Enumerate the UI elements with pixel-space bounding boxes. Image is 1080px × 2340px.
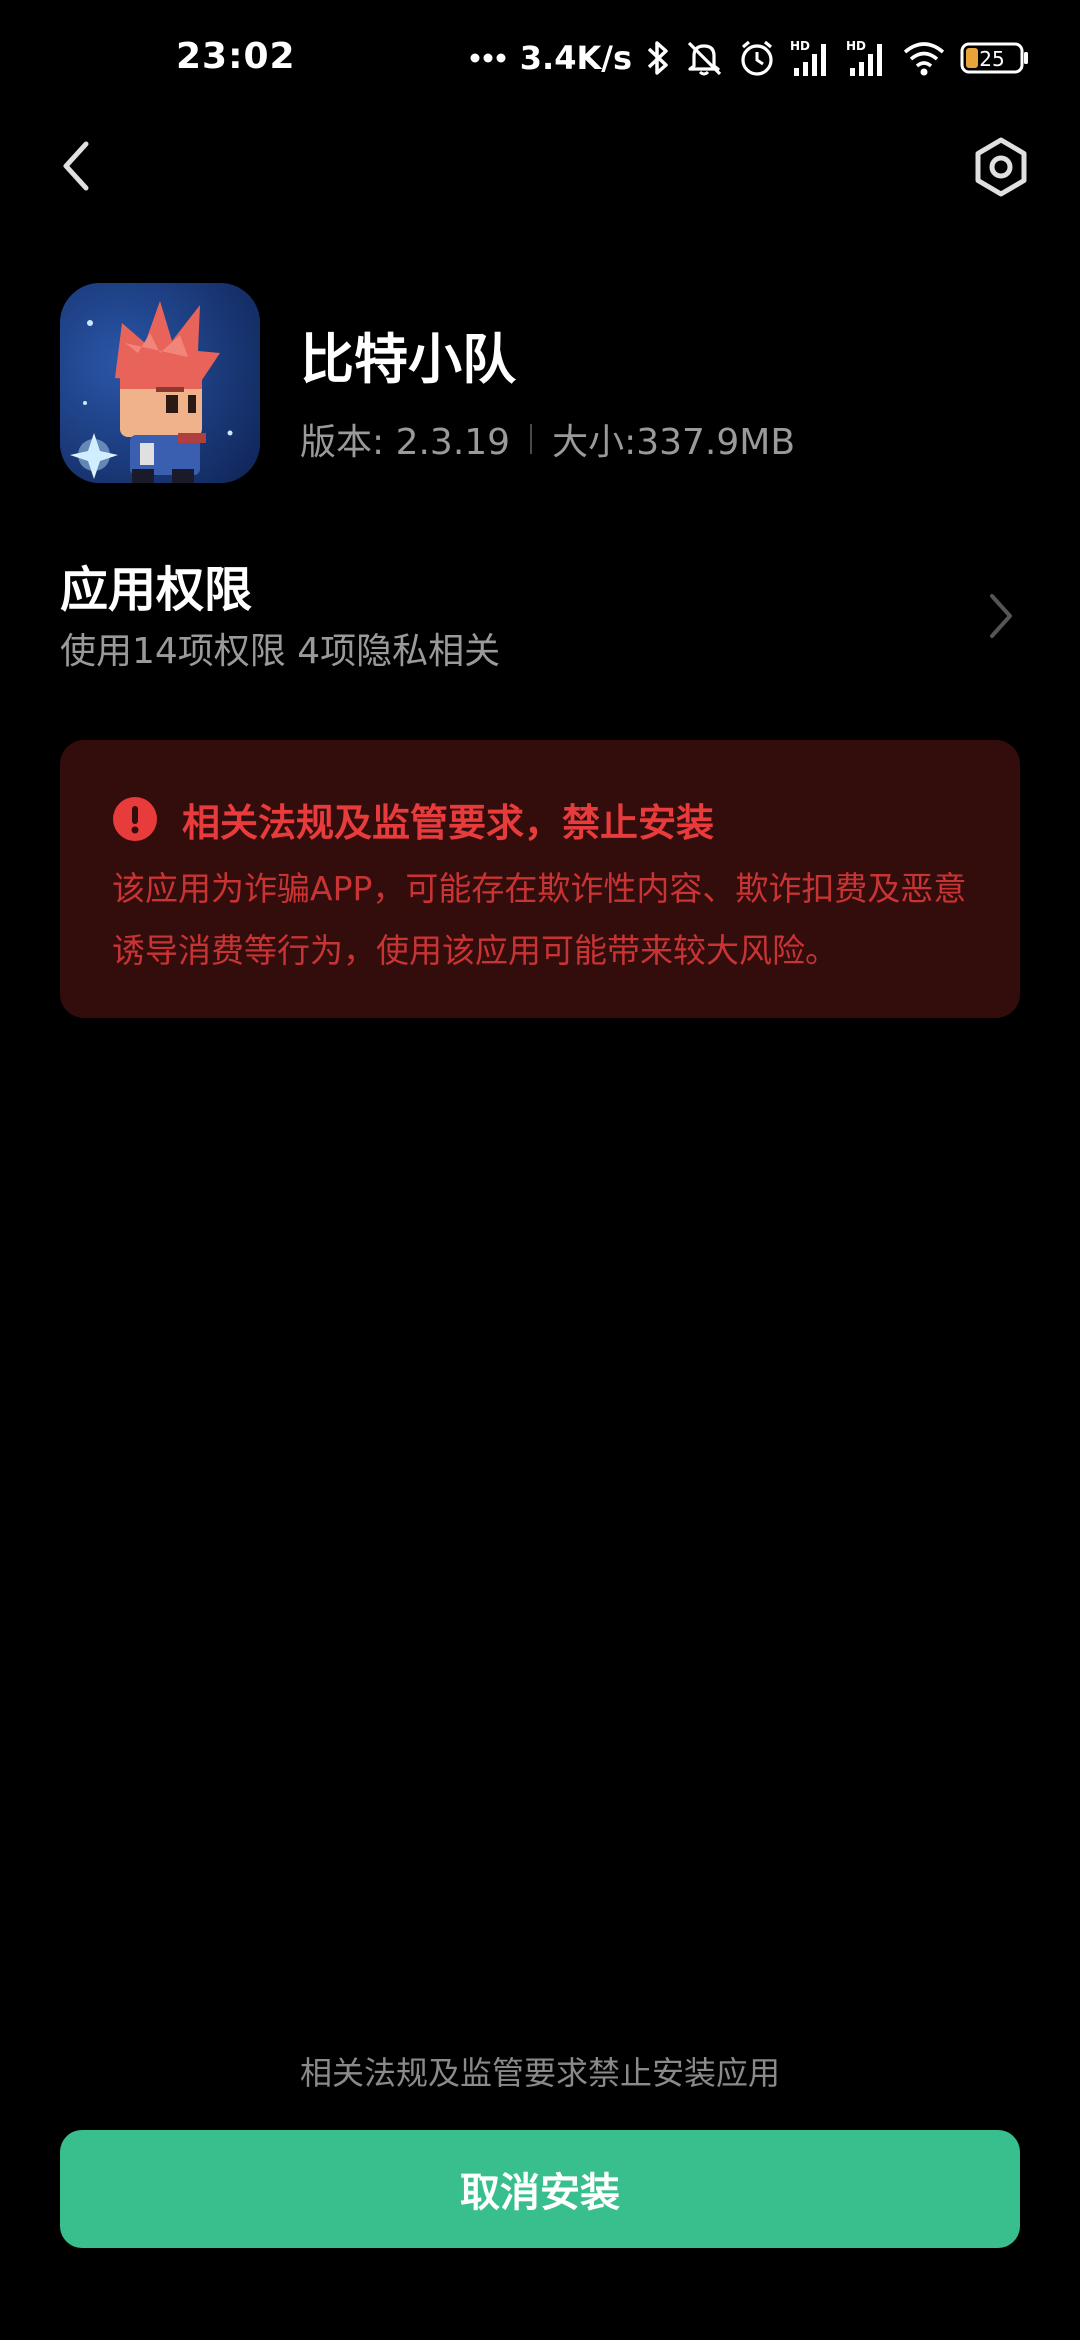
top-bar — [0, 120, 1080, 220]
status-icons: 3.4K/s HD HD 25 — [470, 34, 1030, 82]
warning-title: 相关法规及监管要求，禁止安装 — [182, 801, 715, 845]
app-header: 比特小队 版本: 2.3.19 大小:337.9MB — [60, 283, 1020, 483]
back-button[interactable] — [44, 134, 108, 198]
app-size: 大小:337.9MB — [552, 422, 796, 463]
app-meta: 版本: 2.3.19 大小:337.9MB — [300, 413, 795, 465]
app-version: 版本: 2.3.19 — [300, 422, 511, 463]
warning-body: 该应用为诈骗APP，可能存在欺诈性内容、欺诈扣费及恶意诱导消费等行为，使用该应用… — [112, 869, 967, 970]
status-time: 23:02 — [176, 36, 296, 77]
signal-icon: HD — [846, 38, 888, 78]
alarm-icon — [738, 38, 776, 78]
bluetooth-icon — [646, 38, 670, 78]
permissions-summary: 使用14项权限 4项隐私相关 — [60, 631, 501, 672]
warning-card: 相关法规及监管要求，禁止安装 该应用为诈骗APP，可能存在欺诈性内容、欺诈扣费及… — [60, 740, 1020, 1018]
permissions-title: 应用权限 — [60, 562, 253, 618]
battery-icon: 25 — [960, 41, 1030, 75]
network-speed: 3.4K/s — [519, 39, 632, 77]
chevron-right-icon — [990, 594, 1012, 638]
signal-hd-label: HD — [790, 39, 810, 53]
signal-hd-label: HD — [846, 39, 866, 53]
permissions-row[interactable]: 应用权限 使用14项权限 4项隐私相关 — [60, 550, 1020, 680]
app-icon — [60, 283, 260, 483]
app-name: 比特小队 — [300, 328, 516, 391]
hexagon-settings-icon — [975, 137, 1027, 197]
wifi-icon — [902, 40, 946, 76]
chevron-left-icon — [63, 141, 89, 191]
signal-icon: HD — [790, 38, 832, 78]
cancel-install-button[interactable]: 取消安装 — [60, 2130, 1020, 2248]
mute-icon — [684, 38, 724, 78]
status-bar: 23:02 3.4K/s HD HD 25 — [0, 0, 1080, 120]
alert-icon — [113, 797, 157, 841]
battery-level: 25 — [979, 47, 1004, 71]
more-dots-icon — [470, 52, 506, 64]
install-blocked-hint: 相关法规及监管要求禁止安装应用 — [299, 2054, 780, 2092]
meta-divider — [530, 424, 533, 454]
settings-button[interactable] — [966, 132, 1036, 202]
